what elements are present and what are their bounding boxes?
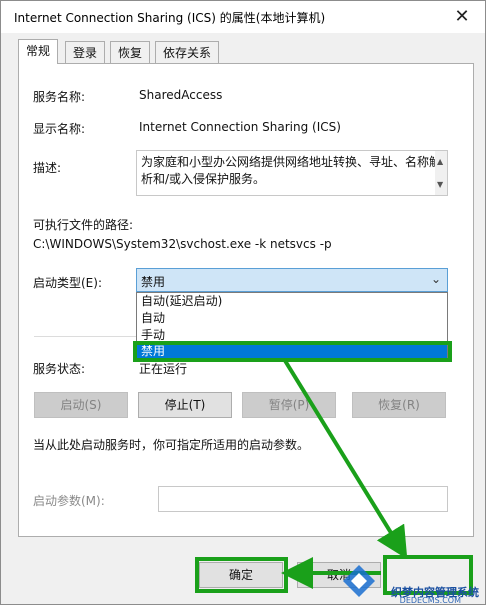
separator [34,336,136,337]
option-auto[interactable]: 自动 [137,310,447,327]
service-properties-dialog: Internet Connection Sharing (ICS) 的属性(本地… [0,0,486,605]
start-params-label: 启动参数(M): [33,494,105,508]
pause-button[interactable]: 暂停(P) [242,392,336,418]
close-icon[interactable]: ✕ [451,6,473,28]
stop-button[interactable]: 停止(T) [138,392,232,418]
chevron-down-icon[interactable]: ⌄ [431,272,441,286]
title-bar: Internet Connection Sharing (ICS) 的属性(本地… [1,1,485,33]
option-auto-delayed[interactable]: 自动(延迟启动) [137,293,447,310]
service-name-label: 服务名称: [33,90,86,104]
executable-path-value: C:\WINDOWS\System32\svchost.exe -k netsv… [33,237,332,251]
description-text: 为家庭和小型办公网络提供网络地址转换、寻址、名称解析和/或入侵保护服务。 [141,155,442,186]
highlight-disabled-option [133,341,452,362]
tab-logon[interactable]: 登录 [65,41,106,63]
start-params-input[interactable] [158,486,448,512]
service-status-label: 服务状态: [33,362,86,376]
watermark-url: DEDECMS.COM [399,596,461,605]
startup-type-select[interactable]: 禁用 ⌄ [136,268,448,292]
startup-type-label: 启动类型(E): [33,276,102,290]
tab-general[interactable]: 常规 [18,39,59,64]
display-name-label: 显示名称: [33,122,86,136]
start-params-hint: 当从此处启动服务时，你可指定所适用的启动参数。 [33,438,310,452]
description-scrollbar[interactable]: ▲ ▼ [435,151,447,195]
executable-path-label: 可执行文件的路径: [33,218,134,232]
tab-recovery[interactable]: 恢复 [110,41,151,63]
startup-type-selected: 禁用 [141,275,166,289]
scroll-up-icon[interactable]: ▲ [437,153,443,170]
display-name-value: Internet Connection Sharing (ICS) [139,120,341,134]
resume-button[interactable]: 恢复(R) [352,392,446,418]
description-label: 描述: [33,161,62,175]
start-button[interactable]: 启动(S) [34,392,128,418]
highlight-ok-button [195,557,288,593]
window-title: Internet Connection Sharing (ICS) 的属性(本地… [14,11,326,25]
description-textarea[interactable]: 为家庭和小型办公网络提供网络地址转换、寻址、名称解析和/或入侵保护服务。 ▲ ▼ [136,150,448,196]
tab-dependencies[interactable]: 依存关系 [155,41,220,63]
watermark-logo-icon [343,565,375,597]
service-name-value: SharedAccess [139,88,223,102]
service-status-value: 正在运行 [139,362,188,376]
scroll-down-icon[interactable]: ▼ [437,176,443,193]
